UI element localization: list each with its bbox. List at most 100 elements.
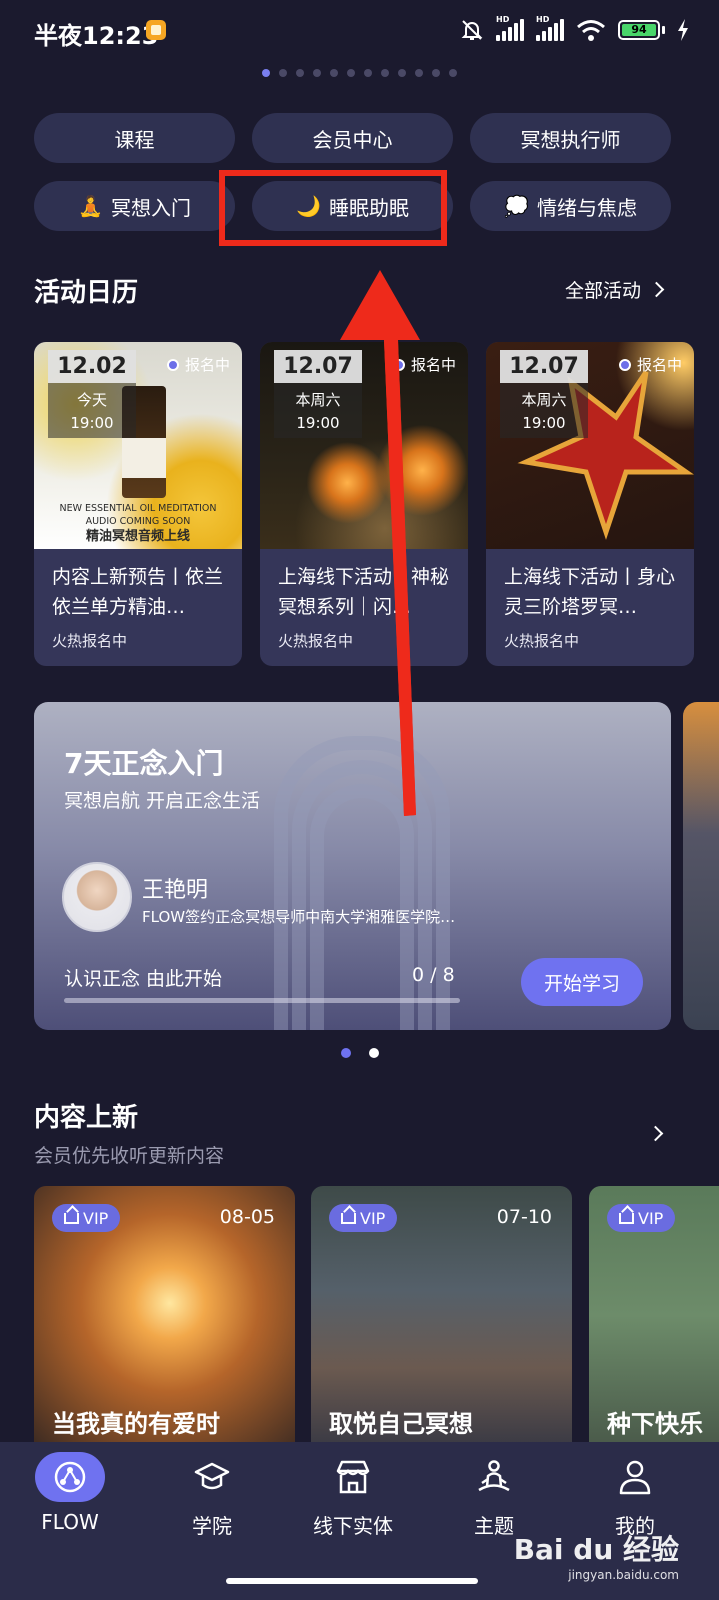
event-status: 火热报名中 xyxy=(52,632,128,650)
content-date: 07-10 xyxy=(496,1206,552,1228)
new-content-card[interactable]: VIP 种下快乐 xyxy=(589,1186,719,1446)
event-date-badge: 12.02 今天 19:00 xyxy=(48,350,136,438)
lesson-label: 认识正念 由此开始 xyxy=(64,968,223,990)
tab-profile[interactable]: 我的 xyxy=(580,1452,690,1539)
tab-flow[interactable]: FLOW xyxy=(15,1452,125,1534)
dot-icon xyxy=(166,358,179,371)
vip-badge: VIP xyxy=(607,1204,676,1232)
carousel-dot xyxy=(330,69,338,77)
event-poster: 12.07 本周六 19:00 报名中 xyxy=(260,342,468,549)
new-content-card[interactable]: VIP 07-10 取悦自己冥想 xyxy=(311,1186,572,1446)
start-learning-button[interactable]: 开始学习 xyxy=(521,958,643,1006)
carousel-dot xyxy=(415,69,423,77)
next-course-card-peek[interactable] xyxy=(683,702,719,1030)
all-activities-link[interactable]: 全部活动 xyxy=(564,276,665,303)
chip-courses[interactable]: 课程 xyxy=(34,113,235,163)
course-banner[interactable]: 7天正念入门 冥想启航 开启正念生活 王艳明 FLOW签约正念冥想导师中南大学湘… xyxy=(34,702,671,1030)
progress-bar xyxy=(64,998,460,1003)
course-subtitle: 冥想启航 开启正念生活 xyxy=(64,790,261,812)
watermark-url: jingyan.baidu.com xyxy=(568,1568,679,1582)
carousel-dot xyxy=(347,69,355,77)
event-day: 本周六 xyxy=(521,391,567,409)
meditation-figure-icon xyxy=(478,1460,510,1492)
event-card[interactable]: 12.07 本周六 19:00 报名中 上海线下活动丨神秘冥想系列｜闪… 火热报… xyxy=(260,342,468,666)
chip-member-center[interactable]: 会员中心 xyxy=(252,113,453,163)
new-content-subtitle: 会员优先收听更新内容 xyxy=(34,1145,225,1167)
event-card[interactable]: 12.07 本周六 19:00 报名中 上海线下活动丨身心灵三阶塔罗冥… 火热报… xyxy=(486,342,694,666)
vip-badge: VIP xyxy=(329,1204,398,1232)
signal-icon-2: HD xyxy=(536,15,564,41)
carousel-dot xyxy=(364,69,372,77)
carousel-dot xyxy=(313,69,321,77)
event-date: 12.07 xyxy=(274,350,362,383)
poster-line: 精油冥想音频上线 xyxy=(85,529,190,544)
tab-topics[interactable]: 主题 xyxy=(439,1452,549,1539)
event-status: 火热报名中 xyxy=(278,632,354,650)
chip-meditation-intro[interactable]: 🧘 冥想入门 xyxy=(34,181,235,231)
baidu-logo: Bai du 经验 xyxy=(513,1533,679,1566)
tab-label: 学院 xyxy=(192,1514,232,1538)
crown-icon xyxy=(341,1212,356,1224)
carousel-dot xyxy=(262,69,270,77)
event-poster: 12.07 本周六 19:00 报名中 xyxy=(486,342,694,549)
event-title: 上海线下活动丨身心灵三阶塔罗冥… xyxy=(504,566,676,618)
event-status: 火热报名中 xyxy=(504,632,580,650)
tab-academy[interactable]: 学院 xyxy=(157,1452,267,1539)
tab-offline-stores[interactable]: 线下实体 xyxy=(298,1452,408,1539)
content-title: 当我真的有爱时 xyxy=(52,1410,220,1438)
chevron-right-icon xyxy=(648,281,665,298)
registration-tag: 报名中 xyxy=(166,354,230,375)
bell-off-icon xyxy=(461,20,483,40)
status-icons: HD HD 94 xyxy=(460,15,689,42)
teacher-description: FLOW签约正念冥想导师中南大学湘雅医学院… xyxy=(142,908,456,926)
event-date-badge: 12.07 本周六 19:00 xyxy=(274,350,362,438)
event-date-badge: 12.07 本周六 19:00 xyxy=(500,350,588,438)
event-time: 19:00 xyxy=(70,414,114,432)
event-time: 19:00 xyxy=(522,414,566,432)
chip-label: 冥想入门 xyxy=(110,195,191,220)
registration-tag: 报名中 xyxy=(392,354,456,375)
signal-icon-1: HD xyxy=(496,15,524,41)
meditation-emoji-icon: 🧘 xyxy=(78,194,103,218)
teacher-avatar xyxy=(62,862,132,932)
event-date: 12.07 xyxy=(500,350,588,383)
new-content-card[interactable]: VIP 08-05 当我真的有爱时 xyxy=(34,1186,295,1446)
event-day: 本周六 xyxy=(295,391,341,409)
chevron-right-icon xyxy=(647,1125,664,1142)
chip-emotion-anxiety[interactable]: 💭 情绪与焦虑 xyxy=(470,181,671,231)
banner-dot xyxy=(340,1048,351,1058)
progress-count: 0 / 8 xyxy=(412,964,455,986)
all-activities-label: 全部活动 xyxy=(564,280,641,302)
battery-level: 94 xyxy=(622,24,656,36)
vip-badge: VIP xyxy=(52,1204,121,1232)
content-title: 种下快乐 xyxy=(607,1410,703,1438)
person-icon xyxy=(619,1460,651,1495)
graduation-cap-icon xyxy=(194,1462,230,1490)
event-day: 今天 xyxy=(76,391,107,409)
home-indicator[interactable] xyxy=(226,1578,478,1584)
annotation-highlight-box xyxy=(219,170,447,246)
chip-label: 会员中心 xyxy=(312,127,393,152)
new-content-title: 内容上新 xyxy=(34,1103,139,1133)
event-title: 内容上新预告丨依兰依兰单方精油… xyxy=(52,566,224,618)
poster-line: AUDIO COMING SOON xyxy=(85,516,191,527)
chip-label: 情绪与焦虑 xyxy=(536,195,637,220)
thought-bubble-emoji-icon: 💭 xyxy=(504,194,529,218)
new-content-more-button[interactable] xyxy=(647,1124,664,1143)
chip-label: 课程 xyxy=(114,127,155,152)
tab-label: 线下实体 xyxy=(313,1514,393,1538)
event-card[interactable]: NEW ESSENTIAL OIL MEDITATION AUDIO COMIN… xyxy=(34,342,242,666)
poster-line: NEW ESSENTIAL OIL MEDITATION xyxy=(59,503,217,514)
carousel-dot xyxy=(296,69,304,77)
carousel-dot xyxy=(449,69,457,77)
event-time: 19:00 xyxy=(296,414,340,432)
wifi-icon xyxy=(577,20,605,41)
banner-indicator xyxy=(0,1048,719,1058)
dot-icon xyxy=(392,358,405,371)
notification-app-icon xyxy=(146,20,166,40)
banner-dot xyxy=(368,1048,379,1058)
registration-tag: 报名中 xyxy=(618,354,682,375)
carousel-dot xyxy=(398,69,406,77)
chip-meditation-practitioner[interactable]: 冥想执行师 xyxy=(470,113,671,163)
carousel-indicator xyxy=(0,69,719,77)
